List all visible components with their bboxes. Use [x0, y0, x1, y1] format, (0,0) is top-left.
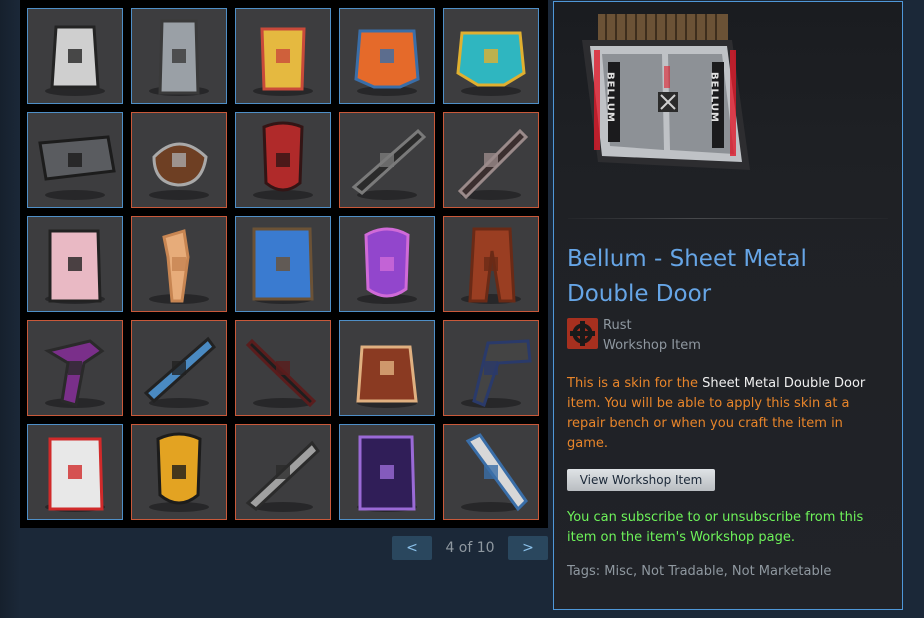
painting-door-icon [252, 227, 314, 304]
desc-part-1: This is a skin for the [567, 376, 703, 391]
grid-item[interactable] [443, 424, 539, 520]
hammer-icon [461, 339, 532, 408]
oni-mask-icon [149, 432, 209, 512]
grid-item[interactable] [339, 112, 435, 208]
smg-icon [143, 336, 217, 408]
grid-item[interactable] [235, 320, 331, 416]
grid-item[interactable] [27, 424, 123, 520]
next-page-button[interactable]: > [508, 536, 548, 560]
rock-icon [149, 142, 209, 200]
item-grid [20, 0, 548, 528]
grid-item[interactable] [235, 216, 331, 312]
prev-page-button[interactable]: < [392, 536, 432, 560]
item-tags: Tags: Misc, Not Tradable, Not Marketable [567, 564, 832, 579]
rifle-icon [351, 128, 427, 200]
grid-item[interactable] [27, 320, 123, 416]
grid-item[interactable] [443, 8, 539, 104]
grid-item[interactable] [339, 216, 435, 312]
grid-item[interactable] [131, 8, 227, 104]
game-name: Rust [603, 318, 632, 333]
grid-item[interactable] [131, 320, 227, 416]
grid-item[interactable] [235, 424, 331, 520]
game-item-type: Workshop Item [603, 338, 701, 353]
orange-jacket-icon [354, 29, 420, 96]
item-preview-image: BELLUM BELLUM [582, 14, 750, 170]
left-scroll-edge [0, 0, 20, 618]
item-detail-panel: BELLUM BELLUM Bellum - Sheet Metal Doubl… [553, 1, 903, 610]
grey-smg-icon [245, 440, 321, 512]
grid-item[interactable] [27, 112, 123, 208]
knife-icon [461, 433, 528, 512]
caricature-vest-icon [253, 27, 313, 96]
teal-hoodie-icon [456, 31, 526, 96]
cat-mask-icon [357, 227, 417, 304]
item-description: This is a skin for the Sheet Metal Doubl… [567, 374, 887, 454]
item-title: Bellum - Sheet Metal Double Door [567, 246, 807, 307]
grid-item[interactable] [131, 424, 227, 520]
grid-item[interactable] [235, 112, 331, 208]
grid-item[interactable] [443, 320, 539, 416]
page-indicator: 4 of 10 [445, 540, 495, 556]
finger-icon [149, 229, 209, 304]
grid-item[interactable] [131, 216, 227, 312]
revolver-icon [44, 339, 105, 408]
pagination: < 4 of 10 > [392, 536, 548, 560]
grid-item[interactable] [443, 216, 539, 312]
preview-lettering-right: BELLUM [709, 72, 720, 123]
detail-divider [568, 218, 888, 219]
subscribe-note: You can subscribe to or unsubscribe from… [567, 510, 864, 545]
grid-item[interactable] [235, 8, 331, 104]
grid-item[interactable] [339, 320, 435, 416]
desc-item-name: Sheet Metal Double Door [702, 376, 866, 391]
desc-part-2: item. You will be able to apply this ski… [567, 396, 850, 451]
grid-item[interactable] [131, 112, 227, 208]
grid-item[interactable] [339, 424, 435, 520]
metal-door-icon [149, 19, 209, 96]
grid-item[interactable] [339, 8, 435, 104]
crossbow-icon [245, 338, 317, 408]
hoodie-icon [356, 345, 418, 408]
rust-game-icon[interactable] [567, 318, 598, 349]
storage-box-icon [38, 135, 116, 200]
view-workshop-item-button[interactable]: View Workshop Item [567, 469, 715, 491]
graffiti-door-icon [45, 437, 105, 512]
grid-item[interactable] [27, 8, 123, 104]
preview-lettering-left: BELLUM [605, 72, 616, 123]
launcher-icon [457, 128, 529, 200]
pants-icon [461, 227, 521, 304]
grid-item[interactable] [27, 216, 123, 312]
portrait-door-icon [357, 435, 417, 512]
garage-door-icon [45, 229, 105, 304]
grid-item[interactable] [443, 112, 539, 208]
ribcage-vest-icon [45, 25, 105, 96]
skull-mask-icon [253, 121, 313, 200]
